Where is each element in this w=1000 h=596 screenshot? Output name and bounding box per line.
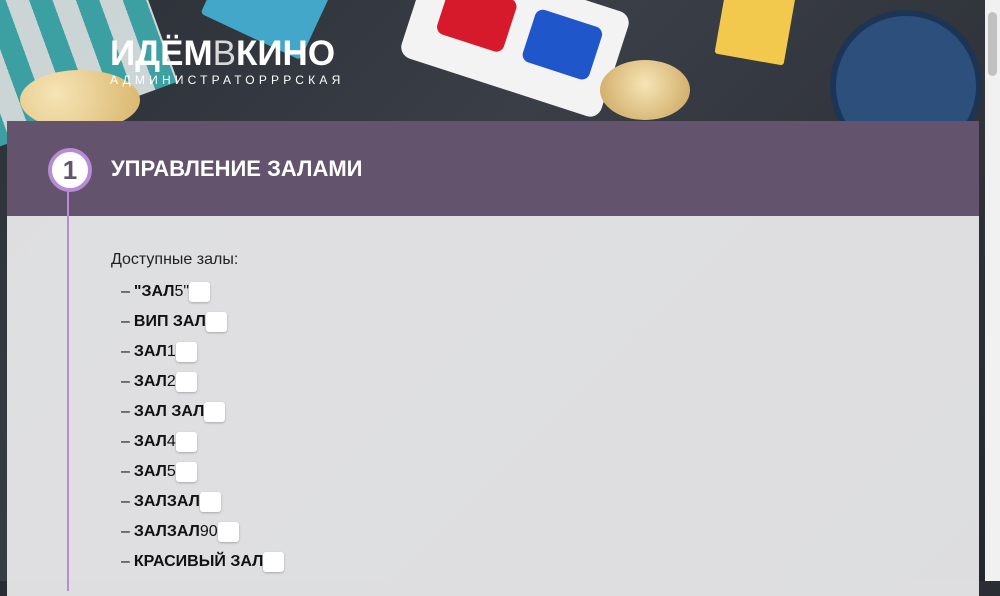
hall-item: – ЗАЛ ЗАЛ bbox=[121, 397, 284, 427]
hall-item: – КРАСИВЫЙ ЗАЛ bbox=[121, 547, 285, 577]
delete-hall-button[interactable] bbox=[175, 432, 197, 452]
logo: ИДЁМВКИНО bbox=[110, 34, 336, 73]
logo-subtitle: АДМИНИСТРАТОРРРСКАЯ bbox=[110, 73, 345, 87]
hall-item: – ВИП ЗАЛ bbox=[121, 307, 284, 337]
halls-list: – "ЗАЛ 5" – ВИП ЗАЛ – ЗАЛ 1 – ЗАЛ 2 – ЗАЛ ЗАЛ… bbox=[121, 277, 285, 577]
step-number-badge: 1 bbox=[48, 148, 92, 192]
delete-hall-button[interactable] bbox=[175, 342, 197, 362]
hall-management-section: 1 УПРАВЛЕНИЕ ЗАЛАМИ Доступные залы: – "ЗА… bbox=[7, 121, 979, 596]
hall-item: – ЗАЛЗАЛ bbox=[121, 487, 284, 517]
hall-item: – ЗАЛ 5 bbox=[121, 457, 284, 487]
hall-item: – ЗАЛ 1 bbox=[121, 337, 284, 367]
scrollbar-thumb[interactable] bbox=[988, 12, 997, 76]
delete-hall-button[interactable] bbox=[263, 552, 285, 572]
delete-hall-button[interactable] bbox=[205, 312, 227, 332]
hall-item: – ЗАЛЗАЛ 90 bbox=[121, 517, 284, 547]
hall-item: – ЗАЛ 2 bbox=[121, 367, 284, 397]
page-scrollbar[interactable] bbox=[985, 0, 1000, 581]
site-header: ИДЁМВКИНО АДМИНИСТРАТОРРРСКАЯ bbox=[110, 34, 345, 88]
available-halls-label: Доступные залы: bbox=[111, 251, 239, 268]
delete-hall-button[interactable] bbox=[175, 372, 197, 392]
hall-item: – ЗАЛ 4 bbox=[121, 427, 284, 457]
delete-hall-button[interactable] bbox=[199, 492, 221, 512]
section-title: УПРАВЛЕНИЕ ЗАЛАМИ bbox=[111, 156, 363, 181]
delete-hall-button[interactable] bbox=[175, 462, 197, 482]
delete-hall-button[interactable] bbox=[189, 282, 211, 302]
delete-hall-button[interactable] bbox=[217, 522, 239, 542]
section-body: Доступные залы: – "ЗАЛ 5" – ВИП ЗАЛ – ЗАЛ 1… bbox=[7, 216, 979, 596]
delete-hall-button[interactable] bbox=[204, 402, 226, 422]
section-header[interactable]: 1 УПРАВЛЕНИЕ ЗАЛАМИ bbox=[7, 121, 979, 216]
step-timeline-line bbox=[67, 191, 69, 591]
hall-item: – "ЗАЛ 5" bbox=[121, 277, 284, 307]
